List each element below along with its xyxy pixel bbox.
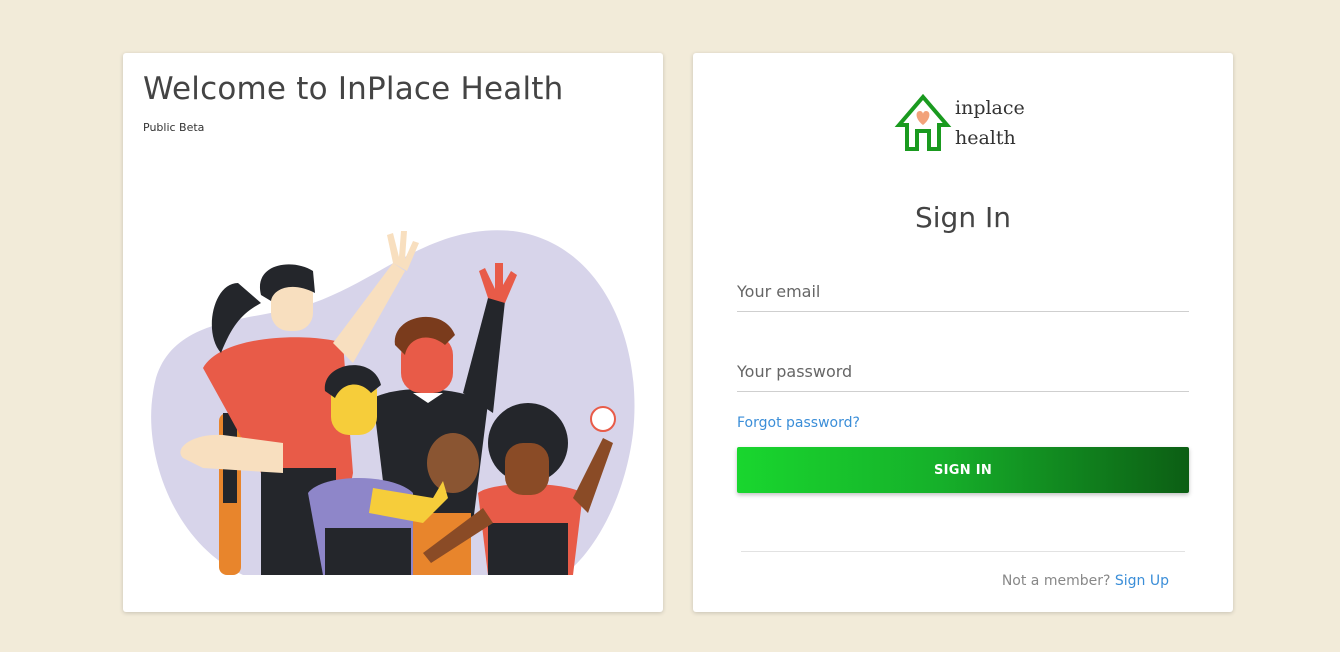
password-input[interactable]	[737, 355, 1189, 387]
beta-label: Public Beta	[143, 121, 205, 134]
inplace-health-logo: inplace health	[893, 91, 1043, 155]
signin-heading: Sign In	[915, 201, 1011, 234]
divider	[741, 551, 1185, 552]
group-of-people-illustration	[151, 230, 635, 575]
house-heart-icon	[894, 93, 952, 151]
baseball-glove	[427, 433, 479, 493]
email-input[interactable]	[737, 275, 1189, 307]
baseball	[590, 406, 616, 432]
email-field-wrapper	[737, 275, 1189, 312]
forgot-password-link[interactable]: Forgot password?	[737, 415, 860, 431]
sign-in-button[interactable]: SIGN IN	[737, 447, 1189, 493]
welcome-title: Welcome to InPlace Health	[143, 71, 564, 107]
not-member-text: Not a member?	[1001, 573, 1111, 589]
logo-text-line1: inplace	[955, 97, 1025, 119]
password-field-wrapper	[737, 355, 1189, 392]
logo-text-line2: health	[955, 127, 1016, 149]
signup-prompt: Not a member? Sign Up	[1002, 573, 1169, 589]
signin-card: inplace health Sign In Forgot password? …	[693, 53, 1233, 612]
welcome-card: Welcome to InPlace Health Public Beta	[123, 53, 663, 612]
sign-up-link[interactable]: Sign Up	[1115, 573, 1169, 589]
